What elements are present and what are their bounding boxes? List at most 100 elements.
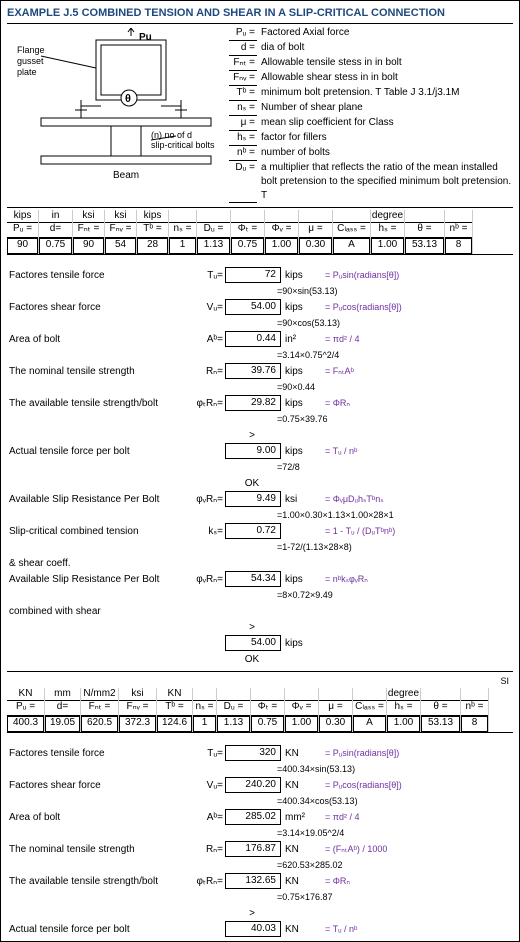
input-value[interactable]: 1.13 [217,716,250,732]
calc-value[interactable]: 72 [225,267,281,283]
definition-symbol: hₛ = [229,131,257,146]
calc-unit: kips [281,270,315,281]
input-col: degreehₛ =1.00 [371,210,405,254]
calc-value[interactable]: 132.65 [225,873,281,889]
calc-value[interactable]: 54.34 [225,571,281,587]
calc-unit: KN [281,876,315,887]
calc-formula: = ΦᵥμDᵤhₛTᵇnₛ [315,494,513,505]
definition-row: nᵇ =number of bolts [229,146,513,161]
calc-expand-row: =72/8 [7,459,513,475]
input-unit: KN [157,688,192,700]
input-value[interactable]: 372.3 [119,716,156,732]
input-value[interactable]: 1 [193,716,216,732]
calc-label: Factores shear force [7,302,189,313]
calc-check-row: OK [7,475,513,491]
calc-row: Available Slip Resistance Per BoltφᵥRₙ=9… [7,491,513,507]
calc-formula: = (FₙₜAᵇ) / 1000 [315,844,513,855]
calc-label: Factores shear force [7,780,189,791]
calc-value[interactable]: 29.82 [225,395,281,411]
calc-label: The available tensile strength/bolt [7,398,189,409]
input-col: nₛ =1 [169,210,197,254]
calc-value[interactable]: 176.87 [225,841,281,857]
bolts-label-1: (n) no of d [151,130,192,140]
input-value[interactable]: 1.00 [387,716,420,732]
calc-check-row: OK [7,651,513,667]
input-value[interactable]: 8 [461,716,488,732]
input-value[interactable]: 28 [137,238,168,254]
input-value[interactable]: 53.13 [405,238,444,254]
input-value[interactable]: 53.13 [421,716,460,732]
calc-expand-row: =90×cos(53.13) [7,315,513,331]
input-symbol: Tᵇ = [157,700,192,716]
definition-symbol: nᵇ = [229,146,257,161]
calc-formula: = FₙₜAᵇ [315,366,513,377]
flange-label-3: plate [17,67,37,77]
definition-row: nₛ =Number of shear plane [229,101,513,116]
input-value[interactable]: 1.00 [265,238,298,254]
calc-formula: = Pᵤcos(radians[θ]) [315,302,513,312]
input-symbol: nₛ = [169,222,196,238]
calc-label: combined with shear [7,606,189,617]
input-value[interactable]: 0.30 [319,716,352,732]
calc-expand-row: =620.53×285.02 [7,857,513,873]
input-value[interactable]: 124.6 [157,716,192,732]
calc-value[interactable]: 39.76 [225,363,281,379]
calc-formula: = ΦRₙ [315,398,513,409]
calc-value[interactable]: 285.02 [225,809,281,825]
calc-symbol: Tᵤ= [189,748,225,759]
calc-value[interactable]: 54.00 [225,299,281,315]
input-value[interactable]: 1.00 [285,716,318,732]
input-col: kipsTᵇ =28 [137,210,169,254]
input-symbol: Fₙᵥ = [119,700,156,716]
definition-symbol: Fₙᵥ = [229,71,257,86]
input-symbol: Fₙₜ = [81,700,118,716]
calc-row: The available tensile strength/boltφₜRₙ=… [7,395,513,411]
input-symbol: Dᵤ = [217,700,250,716]
calc-expand-row: =3.14×19.05^2/4 [7,825,513,841]
calc-expansion: =1.00×0.30×1.13×1.00×28×1 [7,510,513,520]
input-value[interactable]: 90 [7,238,38,254]
calc-value[interactable]: 320 [225,745,281,761]
calc-expansion: =90×cos(53.13) [7,318,513,328]
calc-unit: KN [281,780,315,791]
connection-diagram: Pu Flange gusset plate θ Beam [7,24,227,207]
input-unit: degree [387,688,420,700]
calc-value[interactable]: 40.03 [225,921,281,937]
calc-value[interactable]: 0.72 [225,523,281,539]
input-value[interactable]: A [353,716,386,732]
input-value[interactable]: 620.5 [81,716,118,732]
input-value[interactable]: 1.00 [371,238,404,254]
input-value[interactable]: 0.75 [251,716,284,732]
calc-row: Factores tensile forceTᵤ=72kips= Pᵤsin(r… [7,267,513,283]
input-value[interactable]: 0.75 [39,238,72,254]
input-col: Φₜ =0.75 [231,210,265,254]
calc-unit: kips [281,398,315,409]
page-title: EXAMPLE J.5 COMBINED TENSION AND SHEAR I… [7,5,513,24]
flange-label-1: Flange [17,45,45,55]
calc-value[interactable]: 54.00 [225,635,281,651]
calc-formula: = Pᵤsin(radians[θ]) [315,270,513,280]
input-value[interactable]: 1 [169,238,196,254]
input-value[interactable]: 1.13 [197,238,230,254]
input-value[interactable]: 400.3 [7,716,44,732]
input-value[interactable]: 19.05 [45,716,80,732]
calc-label: Actual tensile force per bolt [7,924,189,935]
calc-expansion: =90×0.44 [7,382,513,392]
input-value[interactable]: 0.30 [299,238,332,254]
calc-value[interactable]: 0.44 [225,331,281,347]
input-value[interactable]: 90 [73,238,104,254]
input-value[interactable]: 54 [105,238,136,254]
calc-label: The nominal tensile strength [7,844,189,855]
calc-value[interactable]: 240.20 [225,777,281,793]
calc-value[interactable]: 9.00 [225,443,281,459]
definition-symbol: nₛ = [229,101,257,116]
calc-label: The available tensile strength/bolt [7,876,189,887]
input-col: Dᵤ =1.13 [197,210,231,254]
input-value[interactable]: 8 [445,238,472,254]
calc-row: Area of boltAᵇ=285.02mm²= πd² / 4 [7,809,513,825]
calc-value[interactable]: 9.49 [225,491,281,507]
bolts-label-2: slip-critical bolts [151,140,215,150]
input-value[interactable]: 0.75 [231,238,264,254]
calc-symbol: Aᵇ= [189,812,225,823]
input-value[interactable]: A [333,238,370,254]
